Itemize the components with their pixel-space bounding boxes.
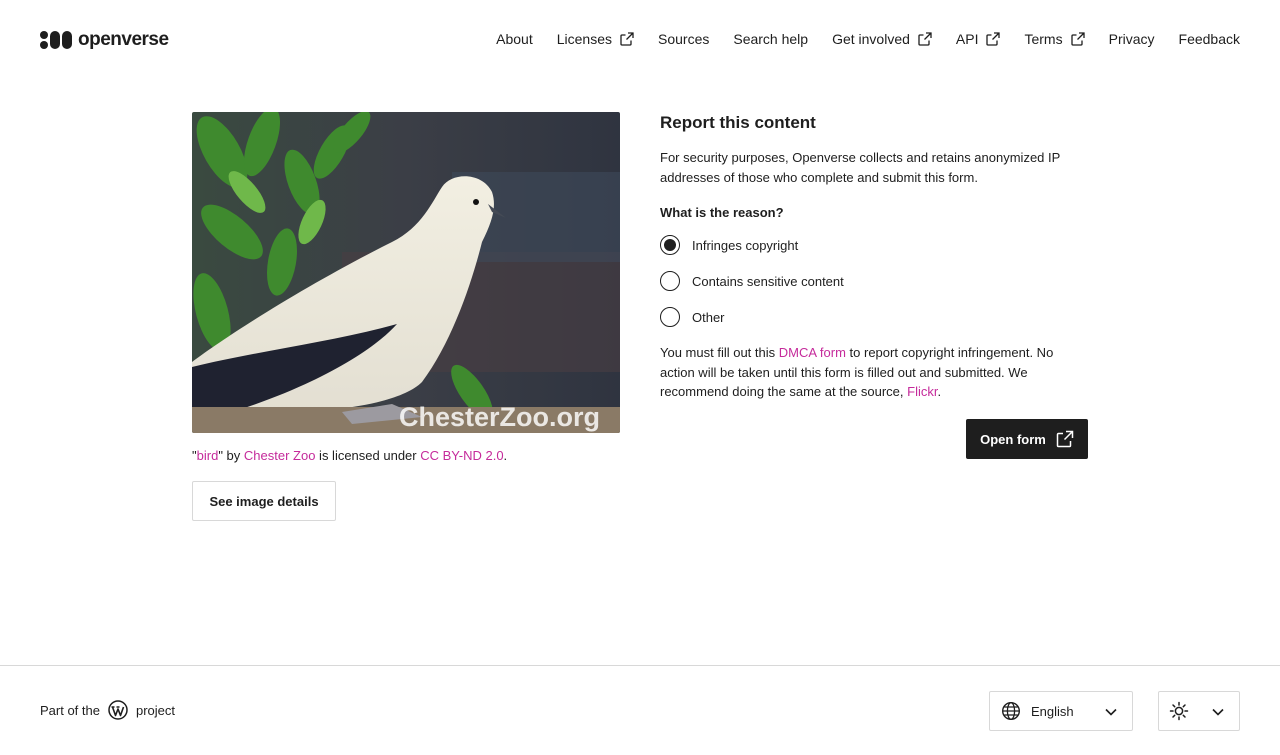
site-footer: Part of the project English (0, 665, 1280, 755)
globe-icon (1001, 701, 1021, 721)
nav-search-help[interactable]: Search help (733, 31, 808, 47)
wordpress-logo-icon[interactable] (108, 700, 128, 720)
watermark-text: ChesterZoo.org (399, 402, 600, 432)
image-title-link[interactable]: bird (197, 448, 219, 463)
reason-option-other[interactable]: Other (660, 299, 1088, 335)
external-link-icon (1056, 430, 1074, 448)
report-title: Report this content (660, 113, 816, 132)
nav-privacy[interactable]: Privacy (1109, 31, 1155, 47)
wordpress-project-credit: Part of the project (40, 700, 175, 720)
creator-link[interactable]: Chester Zoo (244, 448, 316, 463)
nav-sources[interactable]: Sources (658, 31, 709, 47)
selected-language: English (1031, 703, 1074, 719)
nav-licenses[interactable]: Licenses (557, 31, 634, 47)
report-intro: For security purposes, Openverse collect… (660, 150, 1061, 185)
language-select[interactable]: English (989, 691, 1133, 731)
external-link-icon (986, 32, 1001, 46)
reason-option-sensitive[interactable]: Contains sensitive content (660, 263, 1088, 299)
nav-get-involved[interactable]: Get involved (832, 31, 932, 47)
license-link[interactable]: CC BY-ND 2.0 (420, 448, 503, 463)
bird-photo: ChesterZoo.org (192, 112, 620, 433)
reported-image: ChesterZoo.org (192, 112, 620, 433)
nav-feedback[interactable]: Feedback (1179, 31, 1240, 47)
sun-icon (1169, 701, 1189, 721)
reason-option-copyright[interactable]: Infringes copyright (660, 227, 1088, 263)
open-form-button[interactable]: Open form (966, 419, 1088, 459)
openverse-logo[interactable]: openverse (40, 28, 169, 52)
radio-unselected[interactable] (660, 307, 680, 327)
report-form: Report this content For security purpose… (660, 112, 1088, 402)
external-link-icon (918, 32, 932, 46)
chevron-down-icon (1105, 708, 1117, 716)
site-header: openverse About Licenses Sources Search … (0, 0, 1280, 80)
dmca-note: You must fill out this DMCA form to repo… (660, 345, 1054, 399)
radio-unselected[interactable] (660, 271, 680, 291)
theme-select[interactable] (1158, 691, 1240, 731)
image-attribution: "bird" by Chester Zoo is licensed under … (192, 448, 508, 463)
chevron-down-icon (1212, 708, 1224, 716)
radio-selected[interactable] (660, 235, 680, 255)
reason-question: What is the reason? (660, 205, 784, 220)
see-image-details-button[interactable]: See image details (192, 481, 336, 521)
nav-api[interactable]: API (956, 31, 1001, 47)
nav-terms[interactable]: Terms (1024, 31, 1085, 47)
external-link-icon (620, 32, 634, 46)
nav-about[interactable]: About (496, 31, 533, 47)
logo-text: openverse (78, 29, 169, 50)
flickr-link[interactable]: Flickr (907, 384, 937, 399)
openverse-logo-icon (40, 31, 72, 49)
main-nav: About Licenses Sources Search help Get i… (496, 28, 1240, 50)
external-link-icon (1070, 32, 1085, 46)
dmca-form-link[interactable]: DMCA form (779, 345, 846, 360)
